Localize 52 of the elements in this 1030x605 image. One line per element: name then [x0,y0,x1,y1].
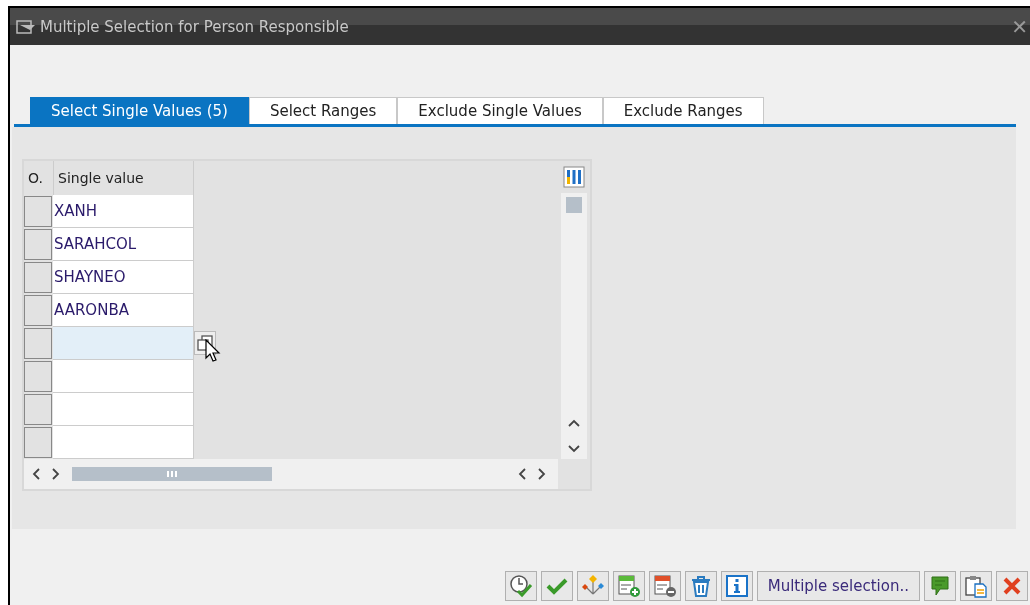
input-field[interactable]: AARONBA [53,294,194,327]
cancel-icon[interactable] [996,571,1028,601]
clock-check-icon[interactable] [504,571,537,601]
horizontal-scrollbar[interactable] [24,459,590,489]
close-button[interactable]: ✕ [1011,14,1030,39]
speech-bubble-icon[interactable] [924,571,956,601]
input-field[interactable]: SARAHCOL [53,228,194,261]
row-selector[interactable] [24,394,52,425]
add-row-icon[interactable] [612,571,645,601]
row-selector[interactable] [24,328,52,359]
row-selector[interactable] [24,427,52,458]
trash-icon[interactable] [684,571,717,601]
checkmark-icon[interactable] [540,571,573,601]
scroll-thumb[interactable] [72,467,272,481]
multiple-selection-button[interactable]: Multiple selection.. [756,571,920,601]
input-field[interactable] [53,327,194,360]
cell-value: AARONBA [54,301,129,319]
delete-row-icon[interactable] [648,571,681,601]
row-selector[interactable] [24,196,52,227]
window-title: Multiple Selection for Person Responsible [40,17,350,36]
input-field[interactable] [53,393,194,426]
row-selector[interactable] [24,361,52,392]
input-field[interactable] [53,360,194,393]
window-icon [16,19,36,34]
row-selector[interactable] [24,295,52,326]
scroll-left-icon[interactable] [32,468,40,480]
scroll-right-icon[interactable] [52,468,60,480]
grip-icon [166,471,178,477]
cell-value: XANH [54,202,98,220]
tab[interactable]: Exclude Single Values [397,97,603,124]
cell-value: SARAHCOL [54,235,137,253]
scroll-down-icon[interactable] [568,445,580,453]
clipboard-icon[interactable] [960,571,992,601]
vertical-scrollbar[interactable] [561,193,587,459]
tab[interactable]: Select Single Values (5) [30,97,249,124]
scroll-up-icon[interactable] [568,419,580,427]
column-layout-icon[interactable] [563,166,585,188]
row-selector[interactable] [24,229,52,260]
tab[interactable]: Exclude Ranges [602,97,764,124]
input-field[interactable]: XANH [53,195,194,228]
scroll-right-icon[interactable] [538,468,546,480]
column-header: O. [24,161,54,195]
cursor-icon [205,339,221,363]
tab[interactable]: Select Ranges [248,97,398,124]
input-field[interactable]: SHAYNEO [53,261,194,294]
scroll-left-icon[interactable] [518,468,526,480]
hierarchy-icon[interactable] [576,571,609,601]
row-selector[interactable] [24,262,52,293]
cell-value: SHAYNEO [54,268,126,286]
scroll-thumb[interactable] [566,197,582,213]
input-field[interactable] [53,426,194,459]
info-icon[interactable] [720,571,753,601]
